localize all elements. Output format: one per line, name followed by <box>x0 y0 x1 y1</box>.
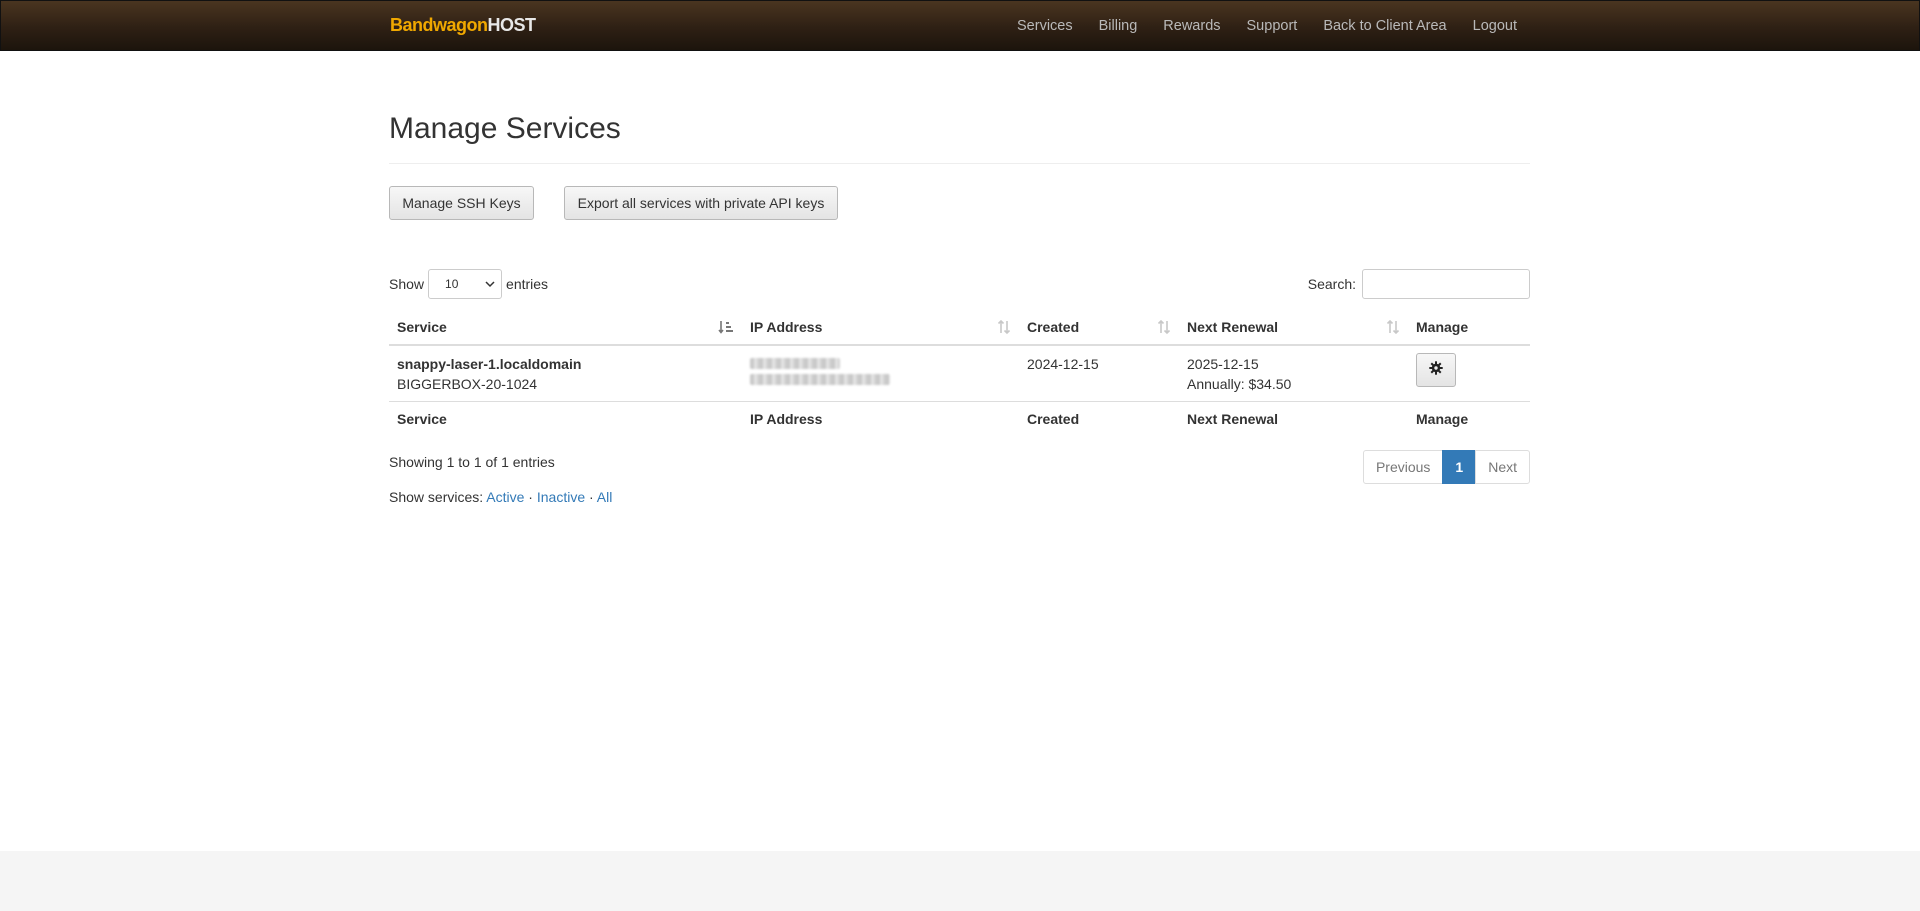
page-length-value: 10 <box>445 277 459 291</box>
table-footer-row: Service IP Address Created Next Renewal … <box>389 401 1530 437</box>
brand-logo-part1: Bandwagon <box>390 15 488 35</box>
footer-label-service: Service <box>389 401 742 437</box>
service-cell: snappy-laser-1.localdomain BIGGERBOX-20-… <box>389 345 742 402</box>
manage-cell <box>1408 345 1530 402</box>
sort-both-icon <box>1157 319 1171 338</box>
filter-all-link[interactable]: All <box>597 489 613 505</box>
gear-icon <box>1429 360 1443 380</box>
brand-logo[interactable]: BandwagonHOST <box>390 15 536 35</box>
next-renewal-cell: 2025-12-15 Annually: $34.50 <box>1179 345 1408 402</box>
filter-active-link[interactable]: Active <box>486 489 524 505</box>
chevron-down-icon <box>485 270 495 310</box>
blurred-ipv6 <box>750 374 890 385</box>
table-header-row: Service IP Address Created Next Renewal … <box>389 310 1530 346</box>
column-header-created[interactable]: Created <box>1019 310 1179 346</box>
page-length-select[interactable]: 10 <box>428 269 503 299</box>
column-header-service[interactable]: Service <box>389 310 742 346</box>
service-plan: BIGGERBOX-20-1024 <box>397 376 538 392</box>
nav-links: Services Billing Rewards Support Back to… <box>1004 1 1530 52</box>
column-header-label: Next Renewal <box>1187 319 1279 335</box>
footer-label-ip-address: IP Address <box>742 401 1019 437</box>
footer-label-manage: Manage <box>1408 401 1530 437</box>
ip-address-cell <box>742 345 1019 402</box>
pagination-page-1[interactable]: 1 <box>1442 450 1477 484</box>
pagination: Previous 1 Next <box>1362 450 1530 484</box>
page-footer <box>0 851 1920 911</box>
table-row: snappy-laser-1.localdomain BIGGERBOX-20-… <box>389 345 1530 402</box>
sort-both-icon <box>1386 319 1400 338</box>
brand-logo-part2: HOST <box>487 15 537 35</box>
services-table: Service IP Address Created Next Renewal … <box>389 310 1530 437</box>
footer-label-next-renewal: Next Renewal <box>1179 401 1408 437</box>
filter-separator: · <box>528 489 533 505</box>
column-header-label: IP Address <box>750 319 823 335</box>
manage-ssh-keys-button[interactable]: Manage SSH Keys <box>389 186 534 220</box>
nav-link-services[interactable]: Services <box>1004 1 1086 52</box>
pagination-next[interactable]: Next <box>1475 450 1530 484</box>
sort-both-icon <box>997 319 1011 338</box>
show-label: Show <box>389 276 425 292</box>
search-label: Search: <box>1307 276 1356 292</box>
column-header-ip-address[interactable]: IP Address <box>742 310 1019 346</box>
sort-ascending-icon <box>718 319 734 338</box>
service-filter: Show services: Active · Inactive · All <box>389 487 612 507</box>
export-services-button[interactable]: Export all services with private API key… <box>564 186 838 220</box>
footer-label-created: Created <box>1019 401 1179 437</box>
entries-label: entries <box>506 276 549 292</box>
created-cell: 2024-12-15 <box>1027 356 1099 372</box>
service-hostname: snappy-laser-1.localdomain <box>397 356 582 372</box>
blurred-ipv4 <box>750 358 840 369</box>
table-info: Showing 1 to 1 of 1 entries <box>389 454 555 470</box>
filter-separator: · <box>589 489 594 505</box>
search-input[interactable] <box>1362 269 1530 299</box>
search-control: Search: <box>1308 269 1530 299</box>
nav-link-rewards[interactable]: Rewards <box>1150 1 1233 52</box>
column-header-label: Manage <box>1416 319 1469 335</box>
nav-link-logout[interactable]: Logout <box>1460 1 1530 52</box>
page-length-control: Show 10 entries <box>389 269 548 299</box>
nav-link-billing[interactable]: Billing <box>1086 1 1151 52</box>
filter-inactive-link[interactable]: Inactive <box>537 489 585 505</box>
next-renewal-date: 2025-12-15 <box>1187 356 1259 372</box>
column-header-label: Service <box>397 319 447 335</box>
pagination-previous[interactable]: Previous <box>1362 450 1444 484</box>
page-title: Manage Services <box>389 112 621 145</box>
billing-cycle-price: Annually: $34.50 <box>1187 376 1292 392</box>
manage-service-button[interactable] <box>1416 353 1456 387</box>
column-header-next-renewal[interactable]: Next Renewal <box>1179 310 1408 346</box>
column-header-label: Created <box>1027 319 1080 335</box>
top-navbar: BandwagonHOST Services Billing Rewards S… <box>0 0 1920 51</box>
nav-link-back-to-client-area[interactable]: Back to Client Area <box>1310 1 1459 52</box>
nav-link-support[interactable]: Support <box>1234 1 1311 52</box>
title-divider <box>389 163 1530 164</box>
column-header-manage: Manage <box>1408 310 1530 346</box>
service-filter-label: Show services: <box>389 489 484 505</box>
